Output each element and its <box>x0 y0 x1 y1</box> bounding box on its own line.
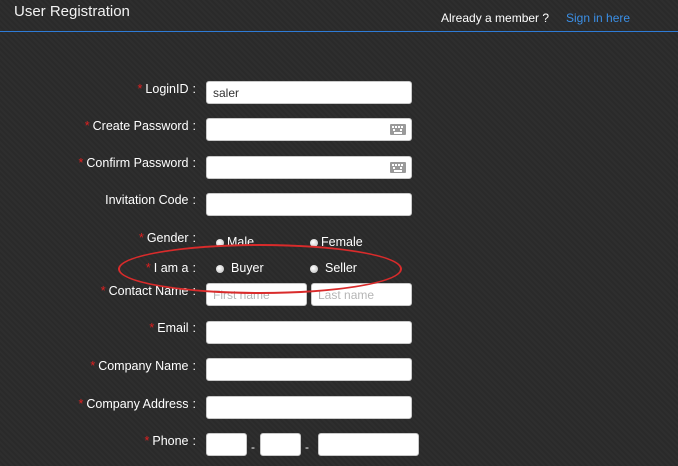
company-name-input[interactable] <box>206 358 412 381</box>
gender-female-label: Female <box>321 235 363 249</box>
sign-in-link[interactable]: Sign in here <box>566 11 630 25</box>
keyboard-icon[interactable] <box>390 124 406 135</box>
phone-area-input[interactable] <box>260 433 301 456</box>
gender-female-radio[interactable] <box>310 239 318 247</box>
gender-male-label: Male <box>227 235 255 249</box>
create-password-label: * Create Password: <box>84 119 196 133</box>
phone-separator: - <box>305 440 309 454</box>
invitation-code-label: Invitation Code: <box>105 193 196 207</box>
phone-separator: - <box>251 440 255 454</box>
role-seller-radio[interactable] <box>310 265 318 273</box>
page-header: User Registration Already a member ? Sig… <box>0 0 678 32</box>
login-id-label: * LoginID: <box>137 82 196 96</box>
role-buyer-label: Buyer <box>231 261 264 275</box>
email-input[interactable] <box>206 321 412 344</box>
company-address-input[interactable] <box>206 396 412 419</box>
already-member-text: Already a member ? <box>441 11 550 25</box>
gender-male-radio[interactable] <box>216 239 224 247</box>
last-name-input[interactable] <box>311 283 412 306</box>
phone-number-input[interactable] <box>318 433 419 456</box>
gender-label: * Gender: <box>138 231 196 245</box>
confirm-password-input[interactable] <box>206 156 412 179</box>
login-id-input[interactable] <box>206 81 412 104</box>
phone-country-input[interactable] <box>206 433 247 456</box>
company-address-label: * Company Address: <box>78 397 197 411</box>
role-buyer-radio[interactable] <box>216 265 224 273</box>
required-mark: * <box>137 82 143 96</box>
role-label: * I am a: <box>145 261 196 275</box>
keyboard-icon[interactable] <box>390 162 406 173</box>
invitation-code-input[interactable] <box>206 193 412 216</box>
company-name-label: * Company Name: <box>90 359 196 373</box>
email-label: * Email: <box>149 321 196 335</box>
role-seller-label: Seller <box>325 261 357 275</box>
confirm-password-label: * Confirm Password: <box>78 156 196 170</box>
create-password-input[interactable] <box>206 118 412 141</box>
contact-name-label: * Contact Name: <box>100 284 196 298</box>
page-title: User Registration <box>14 3 130 20</box>
phone-label: * Phone: <box>144 434 196 448</box>
first-name-input[interactable] <box>206 283 307 306</box>
